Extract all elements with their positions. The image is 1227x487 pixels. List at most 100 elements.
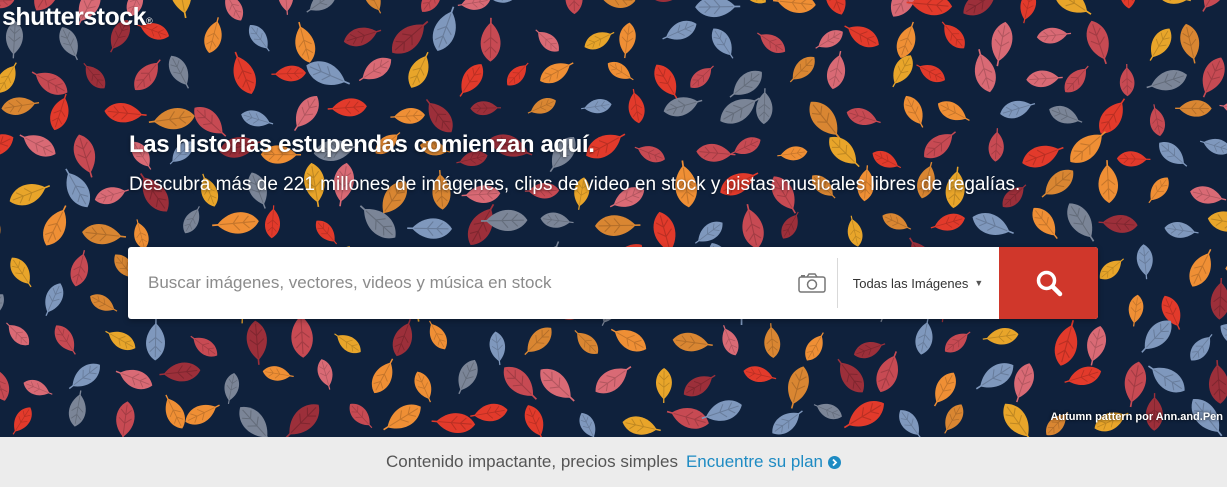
leaf-shape: [249, 25, 270, 52]
leaf-shape: [1210, 277, 1227, 320]
pricing-text: Contenido impactante, precios simples: [385, 452, 678, 471]
leaf-shape: [458, 359, 478, 395]
leaf-shape: [844, 25, 879, 48]
leaf-shape: [740, 0, 766, 4]
leaf-shape: [408, 51, 429, 88]
image-type-dropdown[interactable]: Todas las Imágenes ▼: [838, 247, 998, 319]
image-credit[interactable]: Autumn pattern por Ann.and.Pen: [1050, 411, 1223, 423]
leaf-shape: [165, 394, 185, 429]
leaf-shape: [414, 371, 432, 403]
leaf-shape: [1207, 211, 1227, 232]
leaf-shape: [503, 366, 538, 400]
leaf-shape: [1120, 0, 1136, 9]
leaf-shape: [459, 64, 484, 97]
leaf-shape: [293, 96, 319, 132]
leaf-shape: [190, 335, 218, 357]
leaf-shape: [524, 405, 544, 437]
leaf-shape: [1098, 215, 1138, 233]
leaf-shape: [1175, 100, 1212, 117]
leaf-shape: [19, 134, 56, 157]
leaf-shape: [1054, 319, 1078, 366]
leaf-shape: [1202, 57, 1225, 98]
shutterstock-logo[interactable]: shutterstock®: [2, 2, 153, 32]
leaf-shape: [116, 401, 135, 437]
leaf-shape: [115, 369, 153, 390]
leaf-shape: [1020, 0, 1037, 24]
leaf-shape: [813, 403, 842, 420]
leaf-shape: [594, 215, 641, 236]
leaf-shape: [306, 0, 337, 13]
leaf-shape: [896, 21, 916, 59]
leaf-shape: [1147, 365, 1185, 393]
leaf-shape: [916, 64, 945, 83]
leaf-shape: [1136, 244, 1153, 280]
leaf-shape: [168, 55, 190, 89]
hero-section: shutterstock® Las historias estupendas c…: [0, 0, 1227, 437]
leaf-shape: [390, 108, 425, 124]
leaf-shape: [0, 368, 10, 401]
leaf-shape: [574, 330, 599, 355]
leaf-shape: [789, 56, 815, 83]
leaf-shape: [963, 0, 996, 16]
leaf-shape: [428, 320, 447, 350]
leaf-shape: [83, 62, 106, 89]
leaf-shape: [470, 403, 508, 422]
leaf-shape: [825, 0, 846, 15]
camera-icon[interactable]: [797, 271, 827, 295]
leaf-shape: [70, 250, 89, 287]
leaf-shape: [634, 146, 665, 163]
leaf-shape: [185, 404, 220, 425]
leaf-shape: [903, 95, 924, 128]
leaf-shape: [1099, 258, 1125, 280]
leaf-shape: [982, 328, 1019, 345]
leaf-shape: [944, 404, 964, 434]
leaf-shape: [262, 366, 294, 381]
leaf-shape: [239, 406, 271, 437]
leaf-shape: [1116, 151, 1151, 167]
leaf-shape: [506, 62, 529, 86]
leaf-shape: [358, 57, 392, 82]
leaf-shape: [343, 27, 382, 47]
leaf-shape: [933, 372, 956, 407]
leaf-shape: [1226, 172, 1227, 198]
leaf-shape: [169, 0, 192, 19]
leaf-shape: [872, 150, 902, 169]
leaf-shape: [1128, 294, 1144, 327]
search-button[interactable]: [999, 247, 1098, 319]
leaf-shape: [695, 0, 741, 18]
leaf-shape: [1149, 28, 1172, 61]
leaf-shape: [421, 0, 442, 12]
leaf-shape: [1199, 138, 1227, 155]
leaf-shape: [0, 134, 14, 157]
hero-headline: Las historias estupendas comienzan aquí.: [129, 131, 595, 158]
leaf-shape: [1156, 0, 1191, 4]
leaf-shape: [1003, 403, 1032, 437]
find-plan-link[interactable]: Encuentre su plan: [686, 452, 842, 472]
leaf-shape: [1148, 177, 1169, 204]
leaf-shape: [148, 108, 195, 130]
leaf-shape: [105, 330, 136, 351]
search-bar: Todas las Imágenes ▼: [128, 247, 1098, 319]
leaf-shape: [711, 28, 734, 59]
leaf-shape: [1032, 207, 1058, 240]
leaf-shape: [1219, 100, 1227, 117]
leaf-shape: [431, 413, 476, 433]
leaf-shape: [1202, 0, 1227, 12]
leaf-shape: [68, 363, 100, 390]
caret-down-icon: ▼: [974, 278, 984, 288]
leaf-shape: [1064, 366, 1102, 385]
leaf-shape: [882, 213, 912, 230]
leaf-shape: [225, 0, 244, 21]
search-input[interactable]: [148, 265, 788, 301]
leaf-shape: [104, 103, 147, 123]
leaf-shape: [805, 332, 824, 361]
leaf-shape: [1190, 186, 1227, 204]
leaf-shape: [829, 136, 860, 168]
leaf-shape: [73, 134, 96, 178]
leaf-shape: [975, 363, 1014, 390]
leaf-shape: [1022, 145, 1064, 168]
leaf-shape: [540, 212, 574, 228]
leaf-shape: [581, 99, 612, 114]
leaf-shape: [628, 88, 645, 124]
leaf-shape: [743, 366, 777, 383]
